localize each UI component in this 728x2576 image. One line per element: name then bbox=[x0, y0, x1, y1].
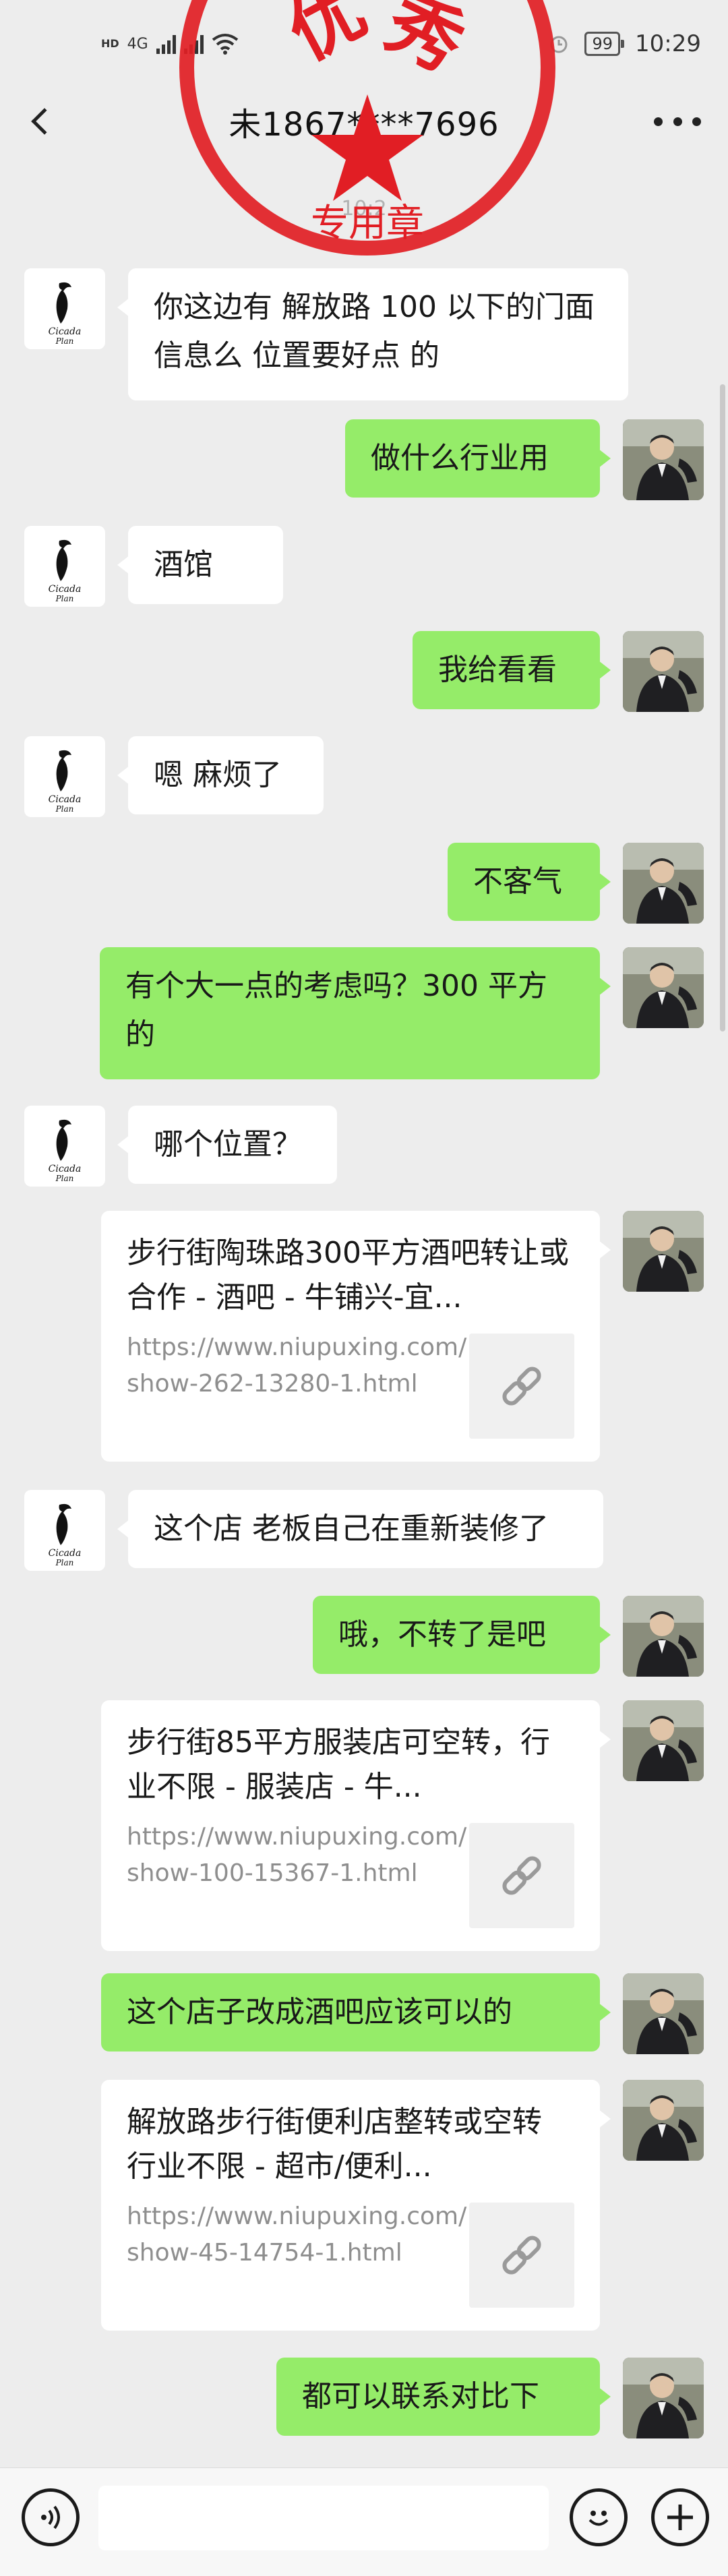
cicada-logo-icon: CicadaPlan bbox=[49, 539, 82, 603]
input-bar bbox=[0, 2467, 728, 2576]
message-bubble[interactable]: 都可以联系对比下 bbox=[276, 2358, 611, 2436]
avatar-line2: Plan bbox=[55, 1174, 74, 1183]
hd-badge: HD bbox=[101, 37, 119, 50]
my-avatar[interactable] bbox=[623, 1211, 704, 1292]
user-photo-icon bbox=[623, 2080, 704, 2161]
alarm-icon bbox=[550, 36, 568, 53]
my-avatar[interactable] bbox=[623, 1596, 704, 1677]
message-bubble[interactable]: 哪个位置？ bbox=[117, 1106, 337, 1184]
link-card[interactable]: 步行街85平方服装店可空转，行业不限 - 服装店 - 牛... https://w… bbox=[101, 1700, 611, 1951]
plus-icon bbox=[667, 2505, 693, 2530]
avatar-line1: Cicada bbox=[49, 326, 82, 337]
contact-avatar[interactable]: Cicada Plan bbox=[24, 268, 105, 349]
user-photo-icon bbox=[623, 2358, 704, 2438]
message-bubble[interactable]: 哦，不转了是吧 bbox=[313, 1596, 611, 1674]
avatar-line2: Plan bbox=[55, 594, 74, 603]
my-avatar[interactable] bbox=[623, 947, 704, 1028]
link-card[interactable]: 步行街陶珠路300平方酒吧转让或合作 - 酒吧 - 牛铺兴-宜... https:… bbox=[101, 1211, 611, 1462]
link-card[interactable]: 解放路步行街便利店整转或空转 行业不限 - 超市/便利... https://ww… bbox=[101, 2080, 611, 2331]
link-icon bbox=[502, 1367, 541, 1406]
link-card-url: https://www.niupuxing.com/show-45-14754-… bbox=[127, 2203, 467, 2267]
message-bubble[interactable]: 这个店 老板自己在重新装修了 bbox=[117, 1490, 603, 1568]
my-avatar[interactable] bbox=[623, 1700, 704, 1781]
link-icon bbox=[502, 2236, 541, 2275]
message-bubble[interactable]: 有个大一点的考虑吗？300 平方的 bbox=[100, 947, 611, 1079]
link-card-url: https://www.niupuxing.com/show-100-15367… bbox=[127, 1823, 467, 1887]
link-icon bbox=[502, 1856, 541, 1895]
signal-icon bbox=[156, 34, 176, 54]
avatar-line1: Cicada bbox=[49, 584, 82, 595]
user-photo-icon bbox=[623, 1596, 704, 1677]
wifi-icon bbox=[212, 34, 238, 55]
voice-input-button[interactable] bbox=[22, 2488, 80, 2546]
chat-header: 未1867****7696 bbox=[0, 88, 728, 155]
smiley-icon bbox=[588, 2511, 609, 2526]
voice-icon bbox=[41, 2505, 60, 2529]
contact-avatar[interactable]: Cicada Plan bbox=[24, 526, 105, 607]
my-avatar[interactable] bbox=[623, 2358, 704, 2438]
link-card-title: 解放路步行街便利店整转或空转 行业不限 - 超市/便利... bbox=[127, 2105, 542, 2184]
scrollbar[interactable] bbox=[720, 384, 725, 1031]
avatar-line1: Cicada bbox=[49, 1164, 82, 1174]
contact-avatar[interactable]: Cicada Plan bbox=[24, 1490, 105, 1571]
cicada-logo-icon: CicadaPlan bbox=[49, 1503, 82, 1567]
link-thumbnail bbox=[469, 1823, 574, 1928]
cicada-logo-icon: CicadaPlan bbox=[49, 750, 82, 814]
message-bubble[interactable]: 我给看看 bbox=[413, 631, 611, 709]
my-avatar[interactable] bbox=[623, 843, 704, 924]
message-timestamp: 10:2 bbox=[341, 197, 387, 220]
my-avatar[interactable] bbox=[623, 2080, 704, 2161]
avatar-line2: Plan bbox=[55, 804, 74, 814]
link-card-url: https://www.niupuxing.com/show-262-13280… bbox=[127, 1334, 467, 1398]
message-bubble[interactable]: 你这边有 解放路 100 以下的门面信息么 位置要好点 的 bbox=[117, 268, 628, 400]
my-avatar[interactable] bbox=[623, 419, 704, 500]
cicada-logo-icon: CicadaPlan bbox=[49, 1119, 82, 1183]
network-type: 4G bbox=[127, 35, 148, 53]
link-thumbnail bbox=[469, 2203, 574, 2308]
contact-avatar[interactable]: Cicada Plan bbox=[24, 736, 105, 817]
avatar-line2: Plan bbox=[55, 336, 74, 346]
avatar-line1: Cicada bbox=[49, 794, 82, 805]
user-photo-icon bbox=[623, 419, 704, 500]
back-button[interactable] bbox=[20, 101, 61, 142]
message-bubble[interactable]: 酒馆 bbox=[117, 526, 283, 604]
status-bar: HD 4G 99 10:29 bbox=[0, 0, 728, 88]
avatar-line2: Plan bbox=[55, 1558, 74, 1567]
user-photo-icon bbox=[623, 1211, 704, 1292]
plus-button[interactable] bbox=[651, 2488, 709, 2546]
emoji-button[interactable] bbox=[570, 2488, 628, 2546]
user-photo-icon bbox=[623, 843, 704, 924]
signal-icon-2 bbox=[183, 34, 204, 54]
status-time: 10:29 bbox=[635, 30, 701, 57]
user-photo-icon bbox=[623, 947, 704, 1028]
message-input[interactable] bbox=[98, 2486, 549, 2550]
chevron-left-icon bbox=[31, 108, 58, 135]
status-right: 99 10:29 bbox=[548, 30, 701, 57]
status-left: HD 4G bbox=[101, 33, 239, 55]
user-photo-icon bbox=[623, 631, 704, 712]
link-thumbnail bbox=[469, 1334, 574, 1439]
message-bubble[interactable]: 这个店子改成酒吧应该可以的 bbox=[101, 1973, 611, 2051]
more-options-button[interactable] bbox=[654, 102, 701, 140]
battery-icon: 99 bbox=[584, 32, 624, 56]
link-card-title: 步行街85平方服装店可空转，行业不限 - 服装店 - 牛... bbox=[127, 1725, 550, 1804]
contact-avatar[interactable]: Cicada Plan bbox=[24, 1106, 105, 1187]
message-bubble[interactable]: 不客气 bbox=[448, 843, 611, 921]
avatar-line1: Cicada bbox=[49, 1548, 82, 1559]
message-bubble[interactable]: 做什么行业用 bbox=[345, 419, 611, 498]
message-bubble[interactable]: 嗯 麻烦了 bbox=[117, 736, 324, 814]
my-avatar[interactable] bbox=[623, 1973, 704, 2054]
my-avatar[interactable] bbox=[623, 631, 704, 712]
user-photo-icon bbox=[623, 1700, 704, 1781]
link-card-title: 步行街陶珠路300平方酒吧转让或合作 - 酒吧 - 牛铺兴-宜... bbox=[127, 1236, 569, 1315]
cicada-logo-icon: CicadaPlan bbox=[49, 282, 82, 346]
user-photo-icon bbox=[623, 1973, 704, 2054]
chat-title: 未1867****7696 bbox=[229, 106, 499, 144]
